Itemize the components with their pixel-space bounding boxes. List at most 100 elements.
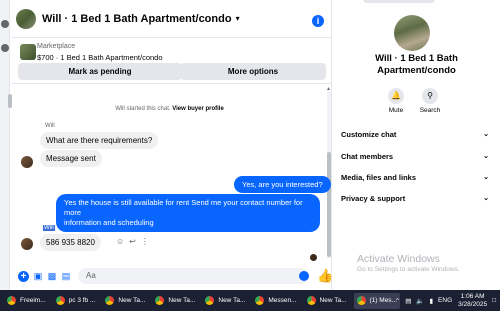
mute-action[interactable]: 🔔 Mute bbox=[381, 88, 411, 114]
chrome-icon bbox=[7, 296, 16, 305]
chrome-icon bbox=[356, 296, 366, 305]
message-bubble-outgoing[interactable]: Yes the house is still available for ren… bbox=[56, 194, 320, 232]
language-indicator[interactable]: ENG bbox=[438, 297, 452, 304]
chrome-icon bbox=[105, 296, 115, 305]
message-bubble-outgoing[interactable]: Yes, are you interested? bbox=[234, 176, 331, 193]
volume-icon[interactable]: 🔈 bbox=[416, 297, 424, 305]
message-bubble-incoming[interactable]: Message sent bbox=[40, 150, 102, 167]
chevron-down-icon[interactable]: ▾ bbox=[236, 14, 240, 23]
system-tray: ⌃ ▤ 🔈 ▮ ENG 1:06 AM 3/28/2025 □ bbox=[390, 290, 496, 311]
more-options-button[interactable]: More options bbox=[180, 63, 326, 80]
chevron-up-icon[interactable]: ⌃ bbox=[395, 297, 400, 305]
taskbar-item-label: New Ta... bbox=[218, 297, 246, 304]
search-icon[interactable]: ⚲ bbox=[422, 88, 438, 104]
listing-thumbnail[interactable] bbox=[20, 44, 36, 60]
chat-info-panel: Will · 1 Bed 1 Bath Apartment/condo 🔔 Mu… bbox=[333, 0, 500, 290]
app-root: Will · 1 Bed 1 Bath Apartment/condo ▾ i … bbox=[0, 0, 500, 311]
more-icon[interactable]: ⋮ bbox=[141, 237, 149, 246]
system-message: Will started this chat. View buyer profi… bbox=[12, 106, 327, 112]
panel-row-label: Media, files and links bbox=[341, 173, 417, 182]
taskbar-item[interactable]: Freeim... bbox=[4, 293, 49, 309]
sticker-icon[interactable]: ▩ bbox=[47, 271, 57, 281]
chrome-icon bbox=[205, 296, 215, 305]
marketplace-label: Marketplace bbox=[37, 43, 76, 50]
search-action[interactable]: ⚲ Search bbox=[415, 88, 445, 114]
clock-date: 3/28/2025 bbox=[458, 300, 488, 308]
top-button[interactable] bbox=[363, 0, 435, 3]
scrollbar-thumb[interactable] bbox=[327, 152, 331, 257]
message-line: Yes the house is still available for ren… bbox=[64, 198, 303, 217]
chevron-down-icon: ⌄ bbox=[483, 153, 489, 160]
notification-icon[interactable]: □ bbox=[492, 297, 496, 304]
taskbar-item[interactable]: New Ta... bbox=[202, 293, 248, 309]
reply-icon[interactable]: ↩ bbox=[129, 237, 136, 246]
message-input[interactable]: Aa bbox=[78, 268, 309, 284]
taskbar-item[interactable]: pc 3 fb ... bbox=[53, 293, 99, 309]
image-icon[interactable]: ▣ bbox=[33, 271, 43, 281]
taskbar-item-label: New Ta... bbox=[319, 297, 347, 304]
panel-title: Will · 1 Bed 1 Bath Apartment/condo bbox=[333, 53, 500, 77]
search-label: Search bbox=[419, 107, 441, 114]
panel-title-line: Will · 1 Bed 1 Bath bbox=[375, 53, 458, 64]
taskbar-item[interactable]: New Ta... bbox=[304, 293, 350, 309]
panel-row-customize-chat[interactable]: Customize chat ⌄ bbox=[341, 130, 489, 142]
taskbar-item-label: New Ta... bbox=[118, 297, 146, 304]
chrome-icon bbox=[55, 296, 65, 305]
left-nav-strip bbox=[0, 0, 10, 290]
chrome-icon bbox=[306, 296, 316, 305]
listing-title[interactable]: $700 · 1 Bed 1 Bath Apartment/condo bbox=[37, 53, 163, 62]
chat-pane: Will · 1 Bed 1 Bath Apartment/condo ▾ i … bbox=[8, 0, 333, 290]
network-icon[interactable]: ▤ bbox=[405, 297, 411, 305]
nav-icon[interactable] bbox=[1, 20, 9, 28]
panel-row-label: Privacy & support bbox=[341, 194, 406, 203]
taskbar: Freeim... pc 3 fb ... New Ta... New Ta..… bbox=[0, 290, 500, 311]
gif-icon[interactable]: ▤ bbox=[61, 271, 71, 281]
view-buyer-profile-link[interactable]: View buyer profile bbox=[172, 106, 224, 112]
message-bubble-incoming[interactable]: What are there requirements? bbox=[40, 132, 159, 149]
listing-avatar[interactable] bbox=[394, 15, 430, 51]
mute-label: Mute bbox=[388, 107, 404, 114]
chat-title[interactable]: Will · 1 Bed 1 Bath Apartment/condo bbox=[42, 13, 232, 25]
taskbar-item-label: pc 3 fb ... bbox=[68, 297, 96, 304]
taskbar-item-label: Messen... bbox=[268, 297, 297, 304]
seen-avatar bbox=[310, 254, 317, 261]
avatar[interactable] bbox=[21, 238, 33, 250]
mark-pending-button[interactable]: Mark as pending bbox=[18, 63, 182, 80]
selected-text-highlight: Will bbox=[43, 225, 55, 231]
avatar[interactable] bbox=[16, 8, 36, 29]
panel-row-chat-members[interactable]: Chat members ⌄ bbox=[341, 152, 489, 164]
taskbar-item-label: New Ta... bbox=[168, 297, 196, 304]
taskbar-item[interactable]: Messen... bbox=[252, 293, 299, 309]
battery-icon[interactable]: ▮ bbox=[429, 297, 433, 305]
panel-row-label: Customize chat bbox=[341, 130, 397, 139]
panel-row-privacy[interactable]: Privacy & support ⌄ bbox=[341, 194, 489, 206]
bell-icon[interactable]: 🔔 bbox=[388, 88, 404, 104]
taskbar-item-label: Freeim... bbox=[20, 297, 46, 304]
clock-time: 1:06 AM bbox=[460, 292, 485, 300]
composer: + ▣ ▩ ▤ Aa 👍 bbox=[12, 262, 333, 290]
chat-header: Will · 1 Bed 1 Bath Apartment/condo ▾ i bbox=[12, 0, 332, 38]
sender-name: Will bbox=[45, 123, 55, 129]
thumbs-up-icon[interactable]: 👍 bbox=[317, 268, 333, 284]
activate-windows-watermark: Activate Windows bbox=[357, 253, 440, 265]
message-input-placeholder: Aa bbox=[86, 271, 96, 280]
emoji-icon[interactable] bbox=[299, 271, 309, 281]
chevron-down-icon: ⌄ bbox=[483, 131, 489, 138]
info-icon[interactable]: i bbox=[312, 15, 324, 27]
taskbar-item[interactable]: New Ta... bbox=[102, 293, 148, 309]
message-list: ▲ Will started this chat. View buyer pro… bbox=[8, 86, 332, 262]
emoji-react-icon[interactable]: ☺ bbox=[116, 237, 124, 246]
chrome-icon bbox=[255, 296, 265, 305]
message-bubble-incoming[interactable]: 586 935 8820 bbox=[40, 234, 101, 251]
panel-title-line: Apartment/condo bbox=[377, 65, 456, 76]
avatar[interactable] bbox=[21, 156, 33, 168]
activate-windows-subtext: Go to Settings to activate Windows. bbox=[357, 266, 460, 273]
taskbar-item[interactable]: New Ta... bbox=[152, 293, 198, 309]
chevron-down-icon: ⌄ bbox=[483, 174, 489, 181]
message-actions: ☺ ↩ ⋮ bbox=[116, 237, 149, 246]
panel-row-media[interactable]: Media, files and links ⌄ bbox=[341, 173, 489, 185]
plus-icon[interactable]: + bbox=[18, 270, 29, 282]
panel-row-label: Chat members bbox=[341, 152, 394, 161]
nav-icon[interactable] bbox=[1, 44, 9, 52]
clock[interactable]: 1:06 AM 3/28/2025 bbox=[458, 293, 487, 309]
